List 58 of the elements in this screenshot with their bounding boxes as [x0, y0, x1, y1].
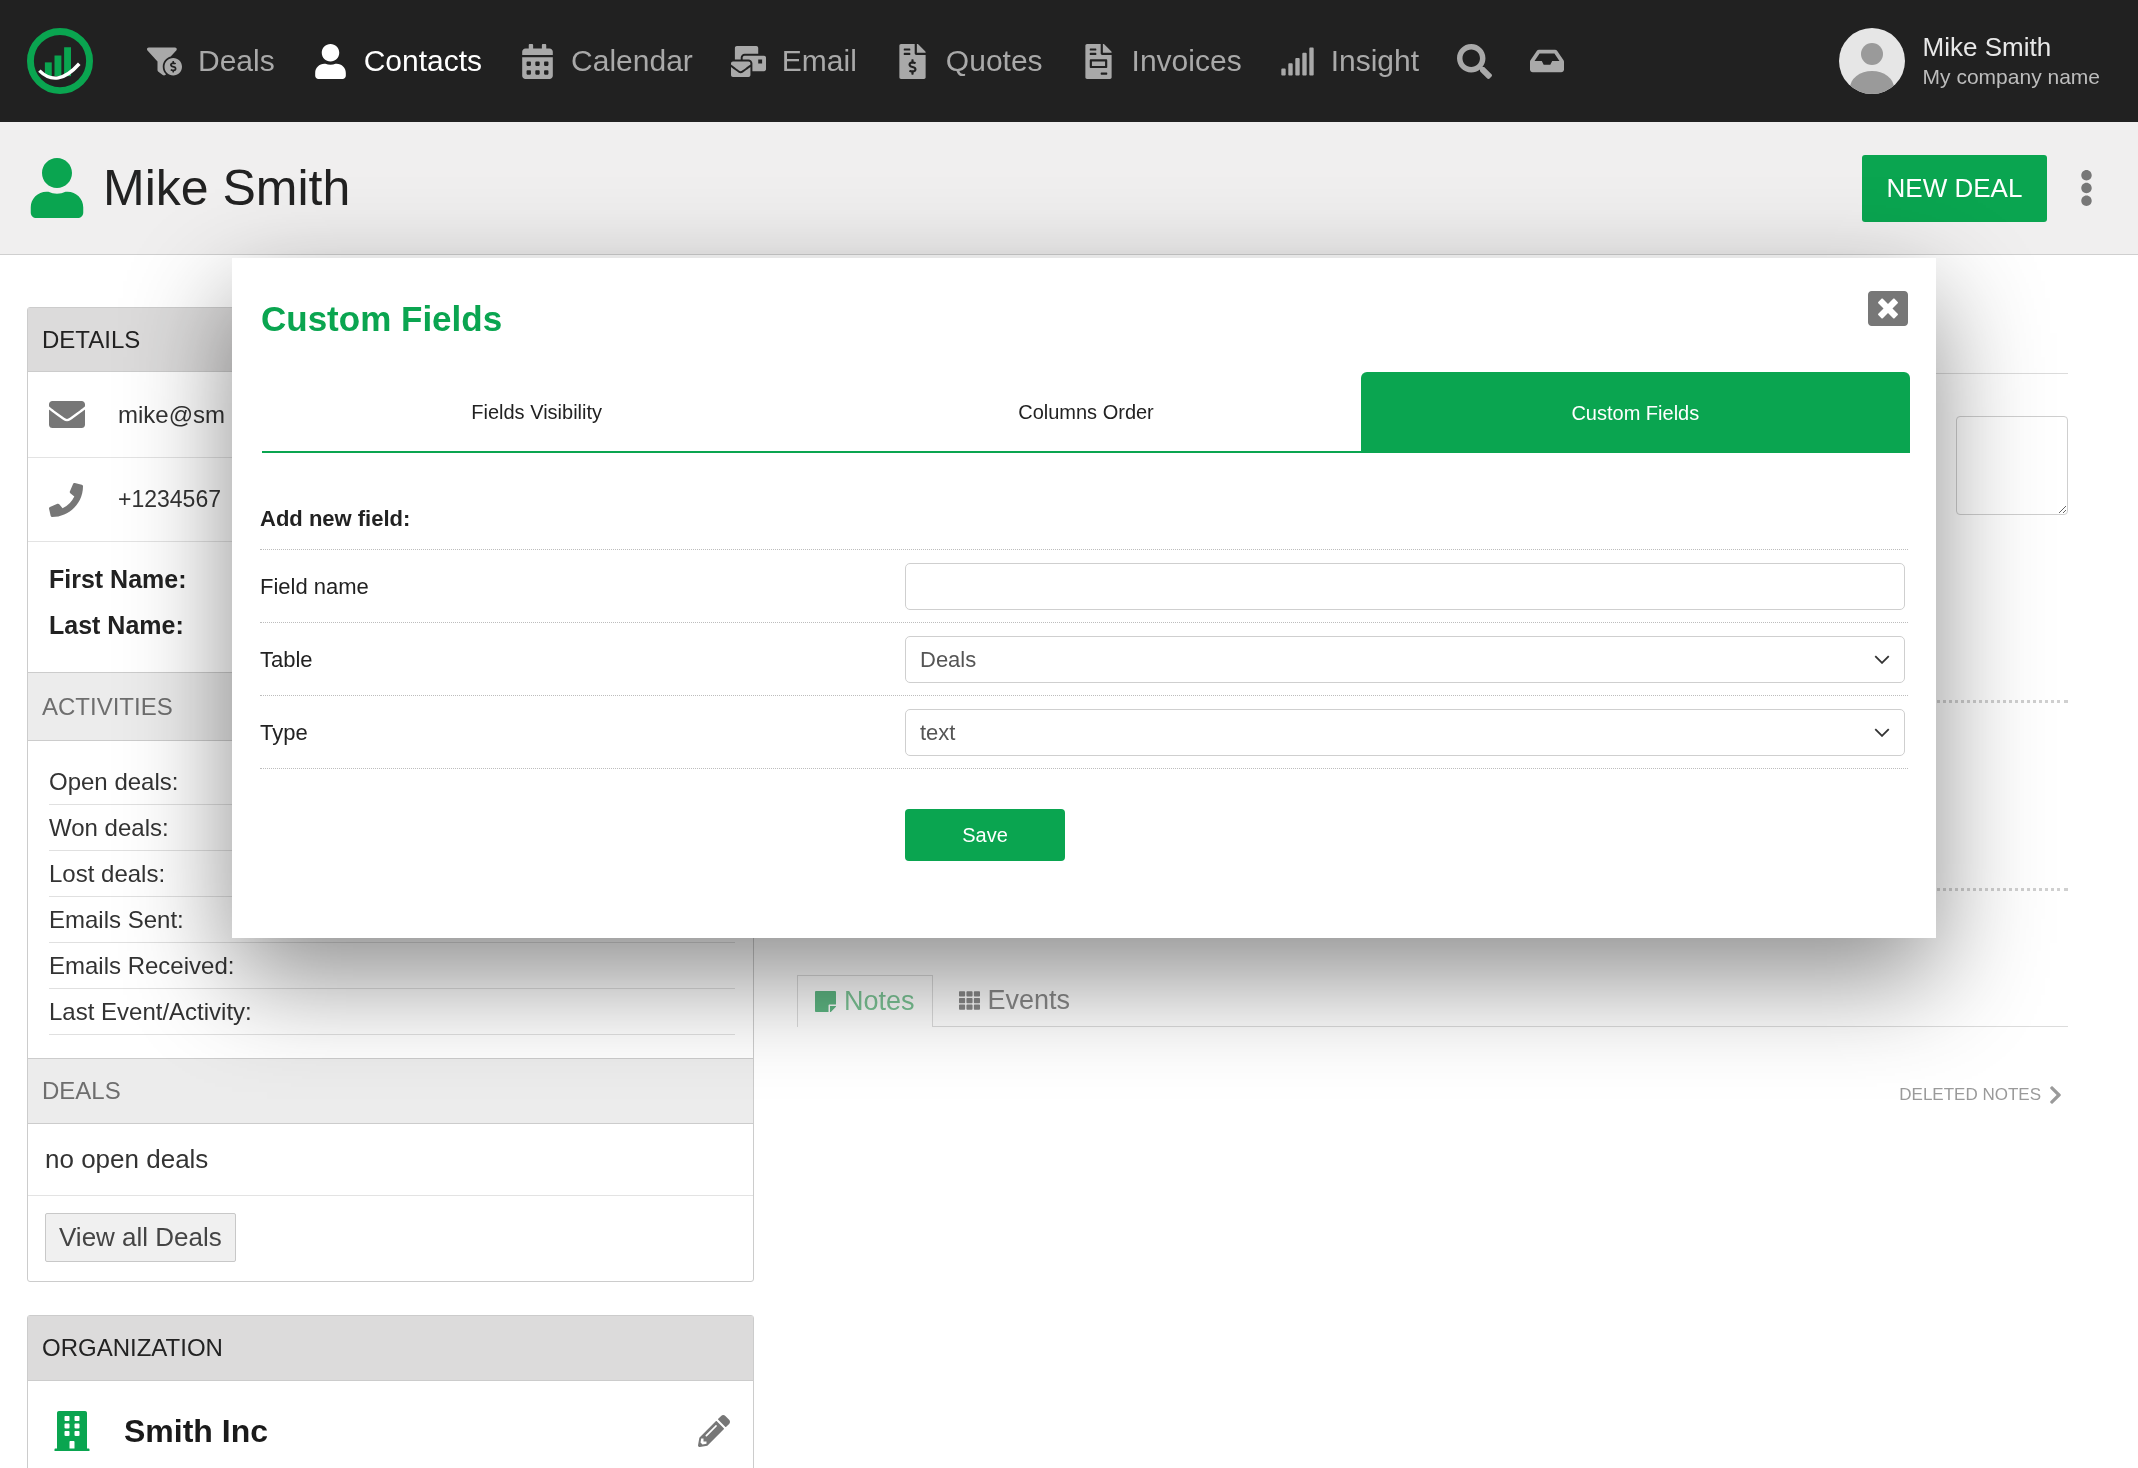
dialog-tab[interactable]: Fields Visibility: [262, 372, 812, 453]
activity-label: Emails Received:: [49, 950, 235, 981]
text-input[interactable]: [905, 562, 1905, 610]
search-icon: [1457, 43, 1493, 79]
empty-deals-text: no open deals: [45, 1143, 209, 1176]
activity-label: Won deals:: [49, 812, 169, 843]
nav-link[interactable]: Calendar: [520, 43, 693, 79]
close-icon: [1868, 291, 1908, 326]
activity-label: Last Event/Activity:: [49, 996, 252, 1027]
more-icon: [2081, 170, 2092, 206]
person-icon: [312, 43, 348, 79]
chevron-down-icon: [1874, 654, 1890, 664]
activity-label: Open deals:: [49, 766, 179, 797]
envelope-icon: [49, 401, 85, 428]
dialog-tab[interactable]: Columns Order: [811, 372, 1361, 453]
user-name: Mike Smith: [1922, 31, 2053, 63]
select-field[interactable]: text: [905, 708, 1905, 756]
field-label: Table: [260, 645, 313, 674]
company-name: My company name: [1922, 64, 2100, 90]
nav-link[interactable]: Contacts: [312, 43, 483, 79]
section-title: DEALS: [42, 1076, 121, 1106]
activity-label: Emails Sent:: [49, 904, 184, 935]
nav-link[interactable]: Insight: [1279, 43, 1420, 79]
building-icon: [52, 1411, 92, 1451]
section-title: ORGANIZATION: [42, 1333, 223, 1363]
envelopes-icon: [730, 43, 766, 79]
field-label: First Name:: [49, 564, 187, 595]
note-icon: [815, 991, 836, 1012]
field-label: Type: [260, 718, 308, 747]
section-title: Add new field:: [260, 505, 411, 533]
section-title: ACTIVITIES: [42, 691, 173, 722]
edit-button[interactable]: [698, 1415, 730, 1447]
pencil-icon: [698, 1415, 730, 1447]
contact-name-title: Mike Smith: [103, 159, 351, 218]
organization-name: Smith Inc: [124, 1412, 268, 1451]
nav-link[interactable]: Quotes: [894, 43, 1043, 79]
grid-icon: [958, 990, 980, 1011]
more-button[interactable]: [2081, 170, 2092, 206]
email-text: mike@sm: [118, 399, 226, 430]
calendar-icon: [520, 43, 556, 79]
view-all-deals-button[interactable]: View all Deals: [45, 1213, 236, 1262]
nav-link[interactable]: Deals: [147, 43, 275, 79]
close-button[interactable]: [1868, 291, 1908, 326]
avatar-icon[interactable]: [1838, 28, 1905, 94]
phone-icon: [49, 482, 83, 517]
field-label: Field name: [260, 572, 369, 601]
select-field[interactable]: Deals: [905, 635, 1905, 683]
bar-chart-logo-icon[interactable]: [27, 28, 93, 94]
field-label: Last Name:: [49, 610, 184, 641]
phone-text: +1234567: [118, 485, 221, 515]
nav-link[interactable]: Email: [730, 43, 857, 79]
nav-link[interactable]: Invoices: [1080, 43, 1242, 79]
activity-label: Lost deals:: [49, 858, 166, 889]
dialog-title: Custom Fields: [261, 298, 503, 340]
chevron-down-icon: [1874, 727, 1890, 737]
search-button[interactable]: [1457, 43, 1493, 79]
chevron-right-icon: [2049, 1085, 2062, 1104]
section-title: DETAILS: [42, 324, 141, 355]
